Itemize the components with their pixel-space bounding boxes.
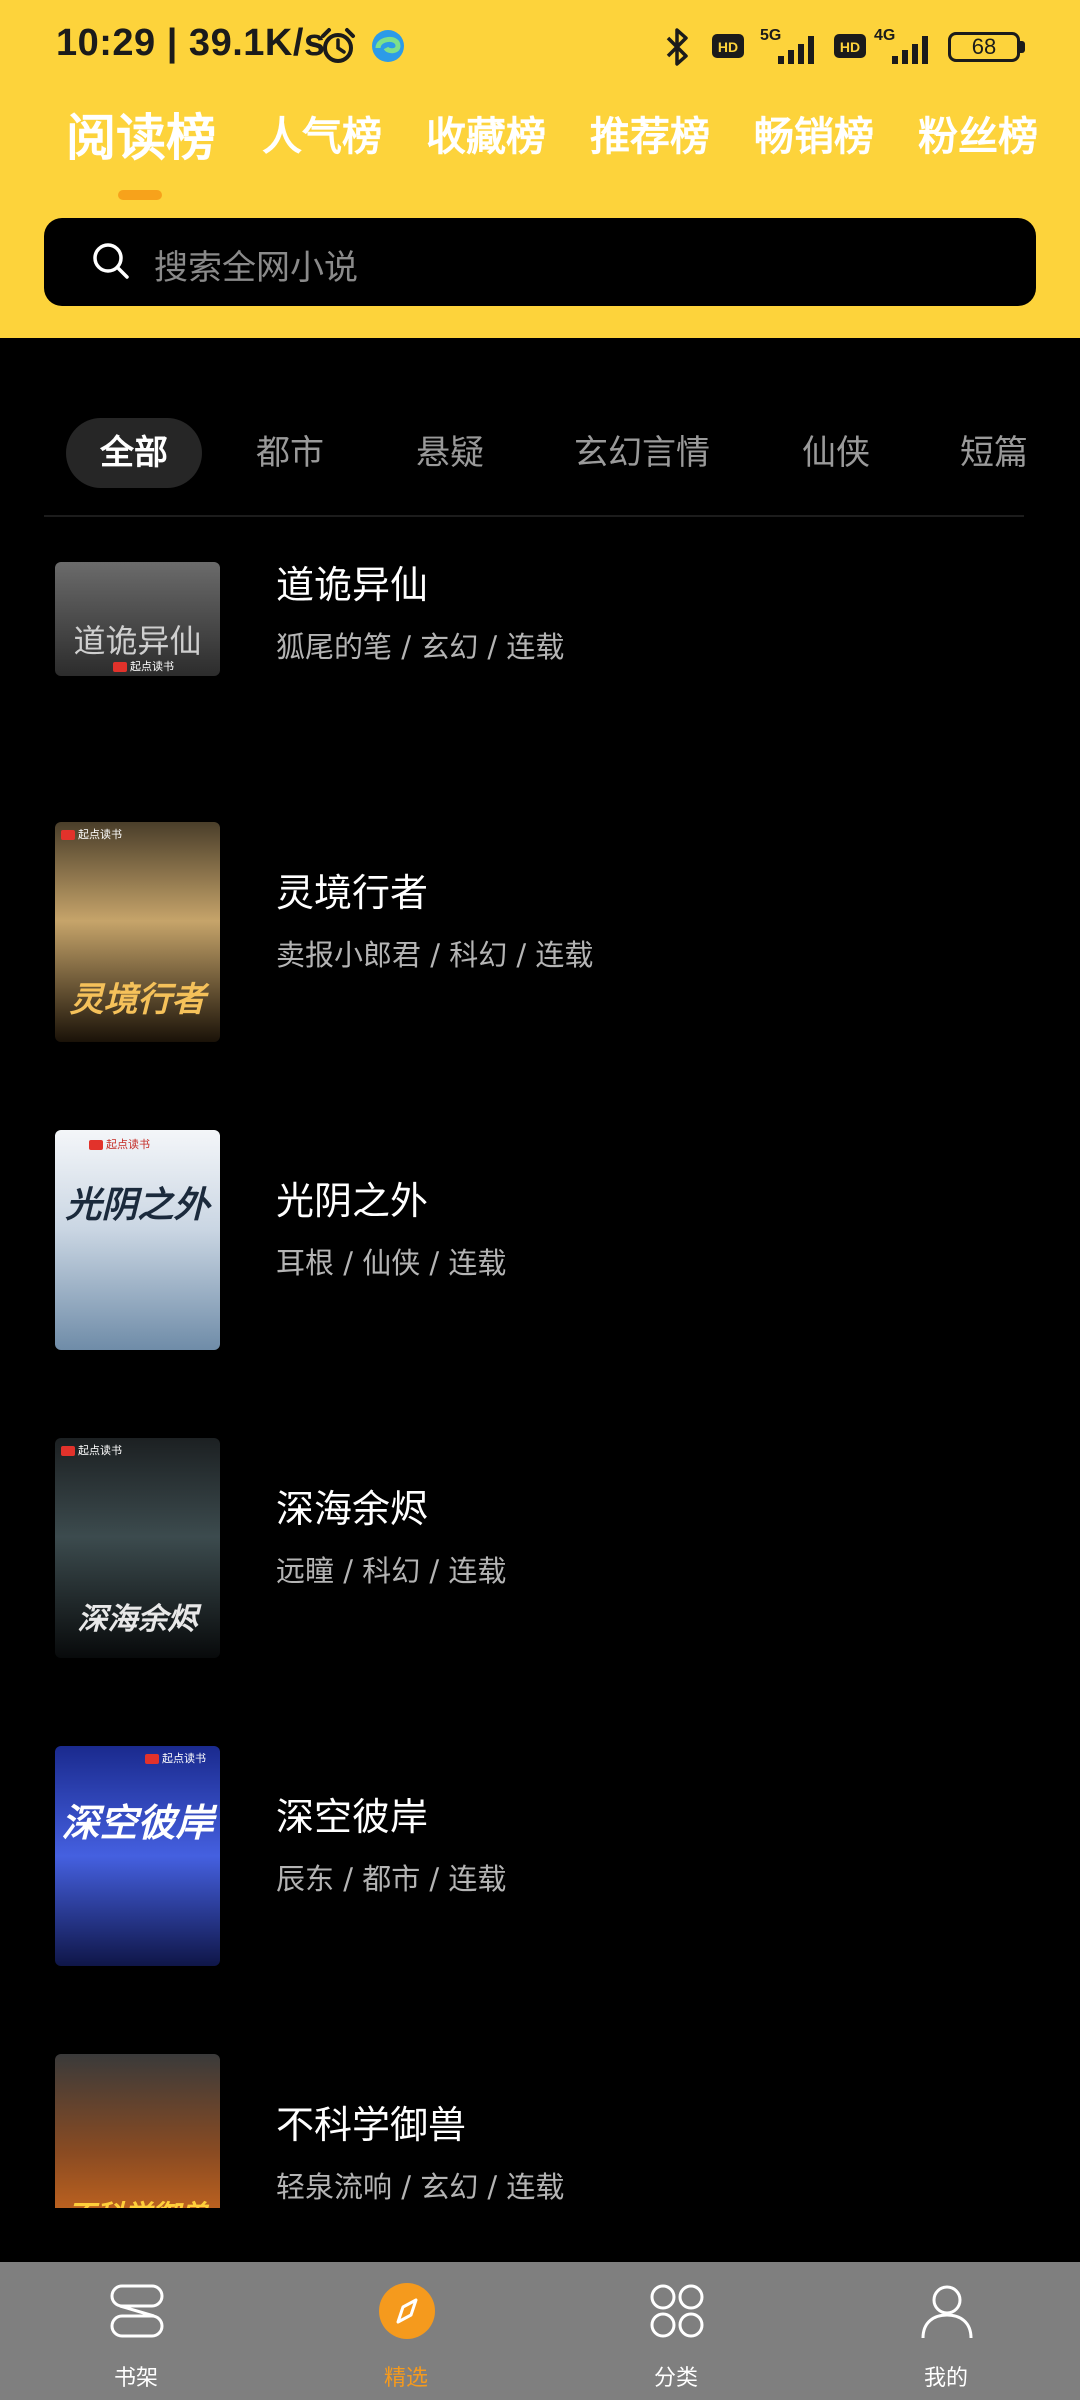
- book-cover: 起点读书 灵境行者: [55, 822, 220, 1042]
- book-meta: 辰东 / 都市 / 连载: [276, 1862, 507, 1896]
- category-suspense[interactable]: 悬疑: [400, 418, 500, 488]
- cover-publisher-label: 起点读书: [130, 660, 174, 673]
- book-title: 道诡异仙: [276, 563, 429, 607]
- category-short[interactable]: 短篇: [944, 418, 1044, 488]
- book-cover: 道诡异仙 起点读书: [55, 562, 220, 676]
- cover-publisher-label: 起点读书: [162, 1752, 206, 1765]
- header: 10:29 | 39.1K/s HD 5G HD 4G 68 阅读榜 人气榜 收…: [0, 0, 1080, 338]
- cover-publisher-badge: 起点读书: [113, 658, 174, 674]
- nav-label: 我的: [923, 2366, 968, 2391]
- status-time: 10:29 | 39.1K/s: [56, 22, 326, 64]
- active-tab-indicator: [118, 190, 162, 200]
- category-xianxia[interactable]: 仙侠: [786, 418, 886, 488]
- book-cover: 起点读书 深空彼岸: [55, 1746, 220, 1966]
- nav-bookshelf[interactable]: 书架: [66, 2262, 206, 2400]
- browser-icon: [372, 30, 404, 62]
- book-meta: 远瞳 / 科幻 / 连载: [276, 1554, 507, 1588]
- tab-fans-rank[interactable]: 粉丝榜: [918, 104, 1038, 162]
- profile-icon: [921, 2285, 973, 2339]
- book-list: 道诡异仙 起点读书 道诡异仙 狐尾的笔 / 玄幻 / 连载 起点读书 灵境行者 …: [0, 518, 1080, 2208]
- tab-popularity-rank[interactable]: 人气榜: [262, 104, 382, 162]
- book-cover: 起点读书 深海余烬: [55, 1438, 220, 1658]
- book-meta: 卖报小郎君 / 科幻 / 连载: [276, 938, 594, 972]
- hd-badge-icon: HD: [712, 34, 744, 58]
- book-title: 灵境行者: [276, 871, 429, 915]
- tab-reading-rank[interactable]: 阅读榜: [66, 98, 216, 170]
- book-cover: 起点读书 光阴之外: [55, 1130, 220, 1350]
- list-item[interactable]: 起点读书 光阴之外 光阴之外 耳根 / 仙侠 / 连载: [0, 1110, 1080, 1350]
- category-grid-icon: [650, 2284, 704, 2338]
- nav-label: 分类: [653, 2366, 698, 2391]
- hd-badge-icon-2: HD: [834, 34, 866, 58]
- ranking-tabs: 阅读榜 人气榜 收藏榜 推荐榜 畅销榜 粉丝榜: [0, 104, 1080, 194]
- nav-label: 书架: [113, 2366, 158, 2391]
- category-urban[interactable]: 都市: [240, 418, 340, 488]
- list-item[interactable]: 起点读书 深空彼岸 深空彼岸 辰东 / 都市 / 连载: [0, 1726, 1080, 1966]
- tab-bestseller-rank[interactable]: 畅销榜: [754, 104, 874, 162]
- cover-title: 不科学御兽: [61, 2194, 214, 2208]
- cover-publisher-badge: 起点读书: [89, 1136, 150, 1152]
- nav-profile[interactable]: 我的: [876, 2262, 1016, 2400]
- tab-collection-rank[interactable]: 收藏榜: [426, 104, 546, 162]
- bottom-navigation: 书架 精选 分类 我的: [0, 2262, 1080, 2400]
- compass-icon: [379, 2283, 435, 2339]
- cover-publisher-label: 起点读书: [78, 1444, 122, 1457]
- cover-title: 深空彼岸: [61, 1800, 214, 1845]
- nav-categories[interactable]: 分类: [606, 2262, 746, 2400]
- book-cover: 不科学御兽: [55, 2054, 220, 2208]
- nav-label: 精选: [383, 2366, 428, 2391]
- search-icon: [93, 243, 129, 279]
- svg-text:HD: HD: [718, 39, 738, 55]
- book-title: 深空彼岸: [276, 1795, 429, 1839]
- publisher-logo-icon: [61, 1446, 75, 1456]
- list-item[interactable]: 道诡异仙 起点读书 道诡异仙 狐尾的笔 / 玄幻 / 连载: [0, 518, 1080, 758]
- status-bar: 10:29 | 39.1K/s HD 5G HD 4G 68: [0, 0, 1080, 96]
- cover-title: 道诡异仙: [73, 622, 202, 660]
- search-bar[interactable]: 搜索全网小说: [44, 218, 1036, 306]
- bookshelf-icon: [110, 2284, 164, 2338]
- cover-publisher-label: 起点读书: [106, 1138, 150, 1151]
- alarm-icon: [321, 28, 355, 63]
- list-item[interactable]: 起点读书 灵境行者 灵境行者 卖报小郎君 / 科幻 / 连载: [0, 802, 1080, 1042]
- signal-4g-icon: 4G: [874, 27, 928, 64]
- list-item[interactable]: 不科学御兽 不科学御兽 轻泉流响 / 玄幻 / 连载: [0, 2034, 1080, 2208]
- category-all[interactable]: 全部: [66, 418, 202, 488]
- cover-title: 灵境行者: [69, 980, 206, 1020]
- category-filter: 全部 都市 悬疑 玄幻言情 仙侠 短篇: [0, 418, 1080, 492]
- book-meta: 狐尾的笔 / 玄幻 / 连载: [276, 630, 565, 664]
- signal-5g-icon: 5G: [760, 27, 814, 64]
- battery-level: 68: [971, 34, 997, 59]
- category-divider: [44, 515, 1024, 517]
- svg-text:5G: 5G: [760, 27, 781, 44]
- battery-tip: [1020, 41, 1025, 53]
- nav-featured[interactable]: 精选: [336, 2262, 476, 2400]
- list-item[interactable]: 起点读书 深海余烬 深海余烬 远瞳 / 科幻 / 连载: [0, 1418, 1080, 1658]
- cover-publisher-badge: 起点读书: [61, 1442, 122, 1458]
- book-meta: 轻泉流响 / 玄幻 / 连载: [276, 2170, 565, 2204]
- publisher-logo-icon: [89, 1140, 103, 1150]
- svg-text:4G: 4G: [874, 27, 895, 44]
- publisher-logo-icon: [113, 662, 127, 672]
- book-title: 深海余烬: [276, 1487, 429, 1531]
- tab-recommend-rank[interactable]: 推荐榜: [590, 104, 710, 162]
- book-title: 不科学御兽: [276, 2103, 467, 2147]
- book-meta: 耳根 / 仙侠 / 连载: [276, 1246, 507, 1280]
- publisher-logo-icon: [61, 830, 75, 840]
- book-title: 光阴之外: [276, 1179, 429, 1223]
- category-fantasy-romance[interactable]: 玄幻言情: [562, 418, 722, 488]
- battery-indicator: 68: [948, 32, 1020, 62]
- publisher-logo-icon: [145, 1754, 159, 1764]
- search-placeholder: 搜索全网小说: [154, 248, 358, 288]
- cover-publisher-label: 起点读书: [78, 828, 122, 841]
- svg-text:HD: HD: [840, 39, 860, 55]
- cover-publisher-badge: 起点读书: [61, 826, 122, 842]
- bluetooth-icon: [666, 28, 688, 66]
- cover-title: 光阴之外: [65, 1184, 210, 1226]
- cover-publisher-badge: 起点读书: [145, 1750, 206, 1766]
- cover-title: 深海余烬: [77, 1602, 198, 1637]
